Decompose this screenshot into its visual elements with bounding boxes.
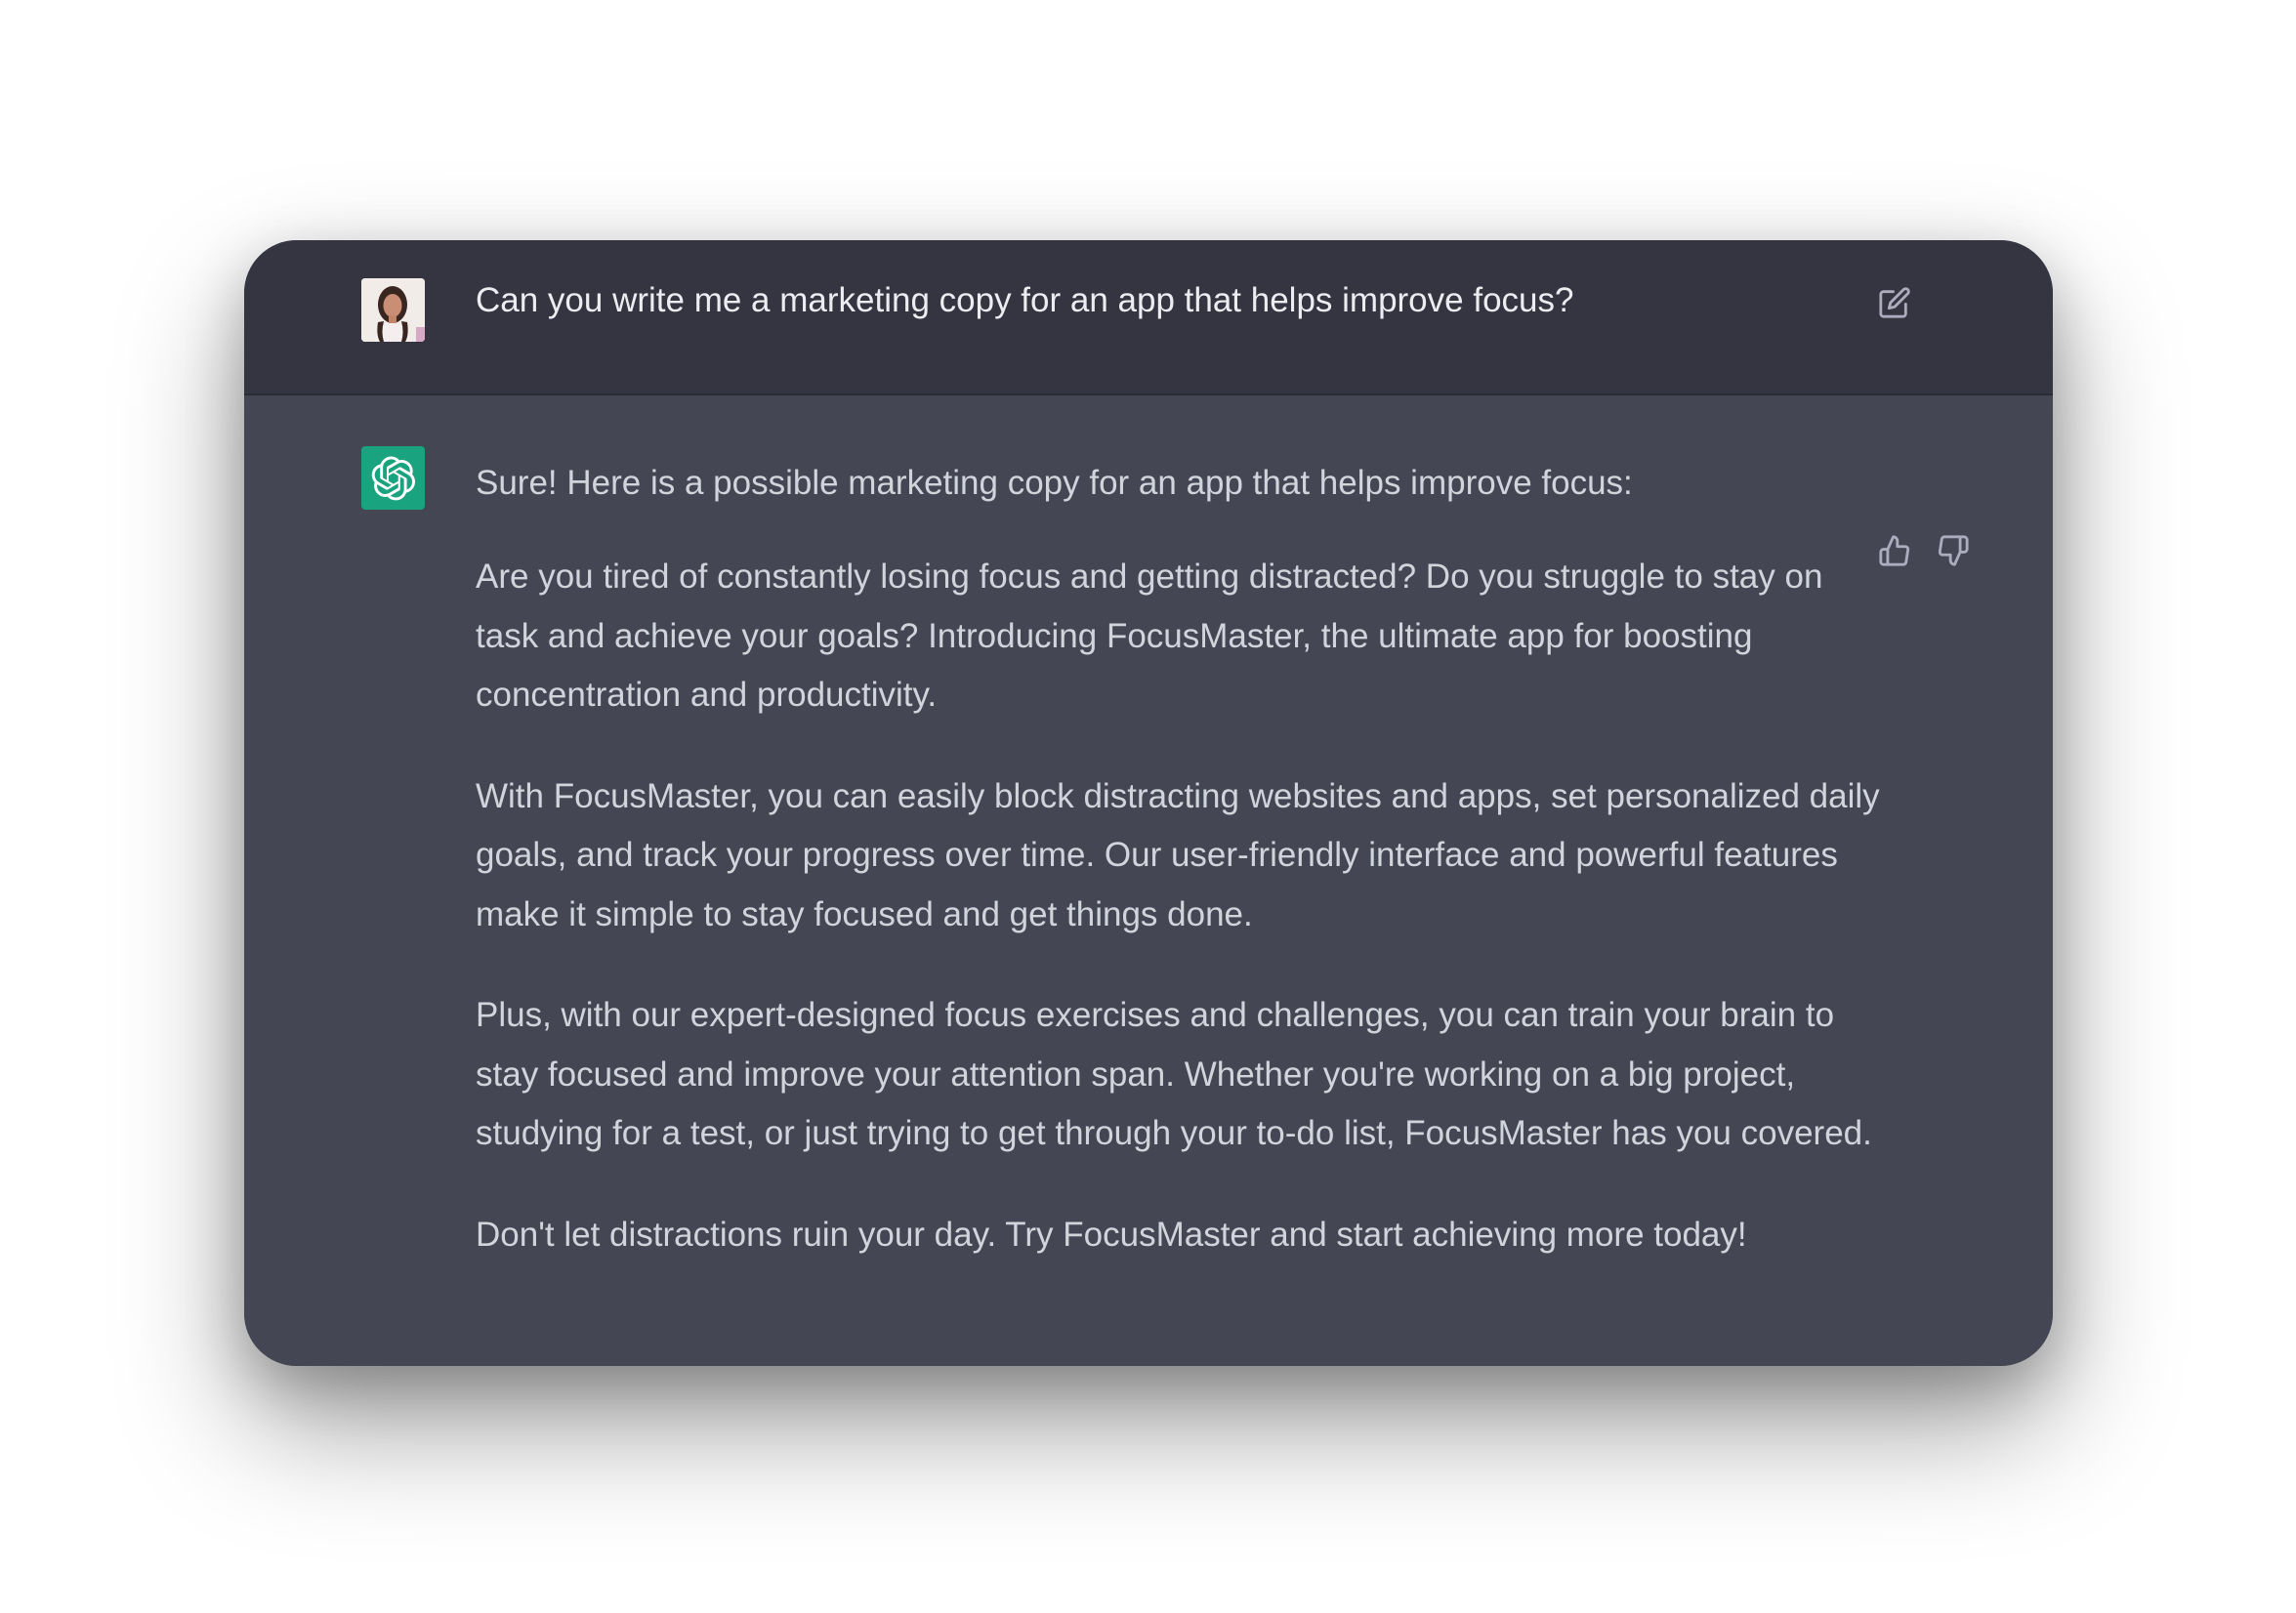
thumbs-down-button[interactable] bbox=[1932, 529, 1975, 572]
thumbs-up-icon bbox=[1879, 535, 1910, 566]
assistant-paragraph: Sure! Here is a possible marketing copy … bbox=[476, 464, 1633, 502]
assistant-paragraph: With FocusMaster, you can easily block d… bbox=[476, 776, 1880, 933]
assistant-message-text: Sure! Here is a possible marketing copy … bbox=[476, 454, 1882, 1306]
assistant-avatar bbox=[361, 446, 425, 510]
assistant-paragraph: Are you tired of constantly losing focus… bbox=[476, 558, 1823, 714]
assistant-paragraph: Don't let distractions ruin your day. Tr… bbox=[476, 1215, 1747, 1254]
user-photo-icon bbox=[361, 278, 425, 342]
thumbs-down-icon bbox=[1938, 535, 1969, 566]
thumbs-up-button[interactable] bbox=[1873, 529, 1916, 572]
edit-button[interactable] bbox=[1873, 281, 1916, 324]
user-avatar bbox=[361, 278, 425, 342]
user-message-row: Can you write me a marketing copy for an… bbox=[244, 240, 2053, 395]
openai-logo-icon bbox=[371, 456, 415, 500]
assistant-paragraph: Plus, with our expert-designed focus exe… bbox=[476, 996, 1872, 1152]
chat-card: Can you write me a marketing copy for an… bbox=[244, 240, 2053, 1366]
edit-icon bbox=[1879, 287, 1910, 318]
assistant-message-row: Sure! Here is a possible marketing copy … bbox=[244, 395, 2053, 1366]
user-message-text: Can you write me a marketing copy for an… bbox=[476, 281, 1574, 319]
